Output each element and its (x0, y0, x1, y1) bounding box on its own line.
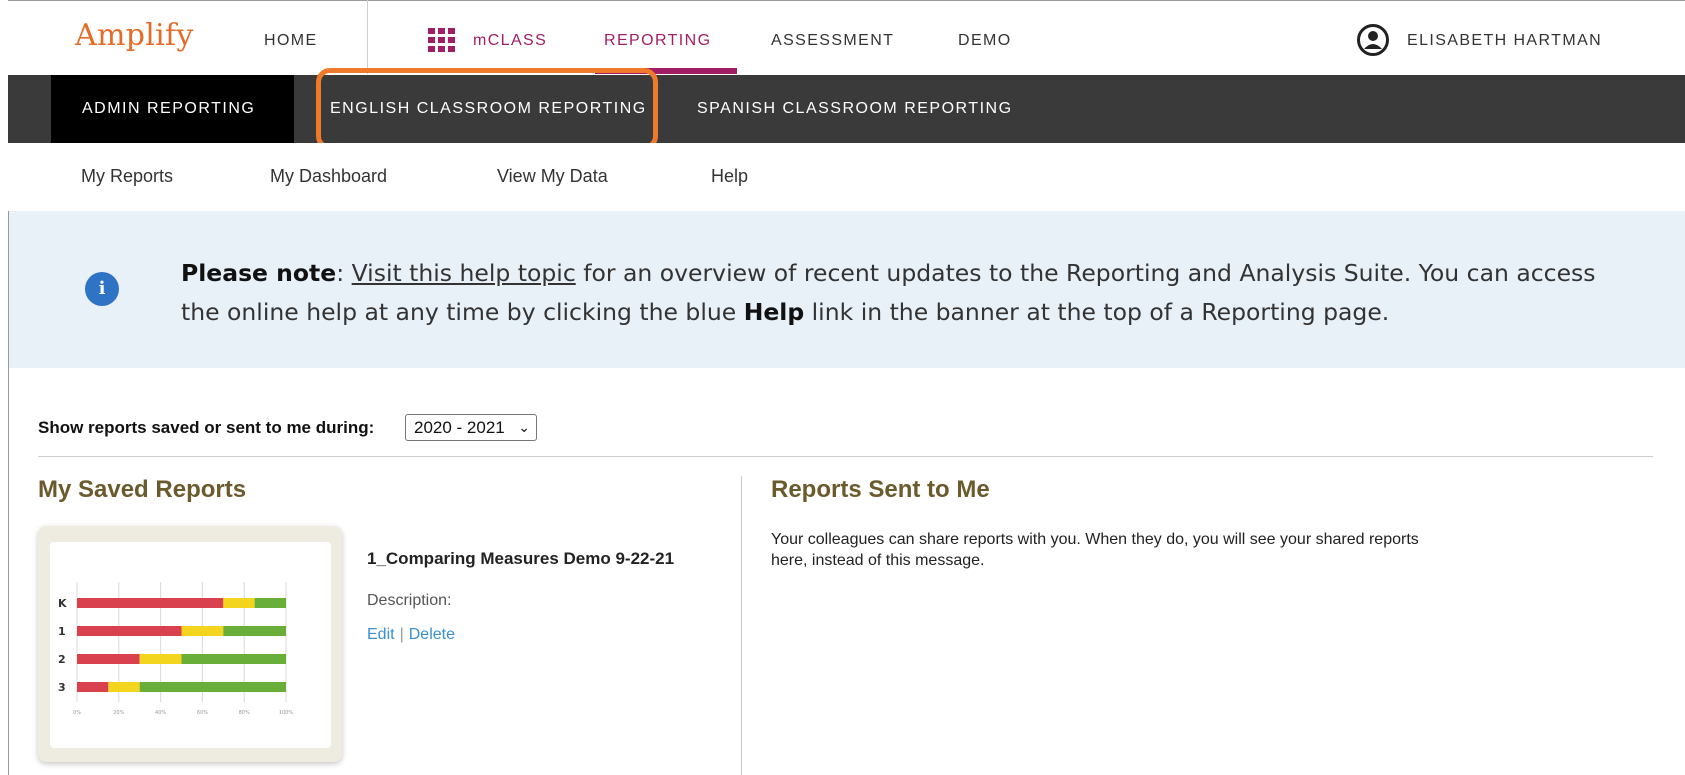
edit-link[interactable]: Edit (367, 626, 395, 643)
nav-demo[interactable]: DEMO (958, 32, 1012, 50)
school-year-select[interactable]: 2020 - 2021 ⌄ (405, 414, 537, 441)
saved-report-title[interactable]: 1_Comparing Measures Demo 9-22-21 (367, 549, 687, 569)
user-name[interactable]: ELISABETH HARTMAN (1407, 32, 1602, 50)
thumb-bar-segment (77, 654, 140, 664)
thumb-bar-segment (223, 626, 286, 636)
thumb-row-label: 3 (58, 681, 66, 694)
action-separator: | (399, 626, 404, 643)
thumb-tick-label: 80% (239, 710, 250, 716)
saved-report-description: Description: (367, 592, 452, 609)
notice-help-word: Help (743, 298, 805, 326)
notice-text: Please note: Visit this help topic for a… (181, 254, 1621, 332)
thumb-tick-label: 0% (73, 710, 81, 716)
subnav-view-my-data[interactable]: View My Data (497, 166, 608, 187)
subnav-my-reports[interactable]: My Reports (81, 166, 173, 187)
thumb-row-label: K (58, 597, 67, 610)
nav-mclass[interactable]: mCLASS (473, 32, 547, 50)
thumb-bar-segment (108, 682, 140, 692)
tab-admin-reporting[interactable]: ADMIN REPORTING (82, 100, 255, 118)
thumb-bar-segment (181, 654, 286, 664)
thumb-tick-label: 20% (113, 710, 124, 716)
delete-link[interactable]: Delete (409, 626, 455, 643)
sub-navigation (8, 143, 1685, 211)
thumb-bar-segment (139, 654, 182, 664)
user-account-icon[interactable] (1356, 23, 1390, 57)
section-divider (38, 456, 1653, 457)
subnav-my-dashboard[interactable]: My Dashboard (270, 166, 387, 187)
saved-report-actions: Edit | Delete (367, 626, 455, 644)
notice-lead: Please note (181, 259, 337, 287)
chevron-down-icon: ⌄ (518, 419, 530, 435)
saved-reports-heading: My Saved Reports (38, 476, 247, 503)
thumb-tick-label: 100% (279, 710, 294, 716)
thumb-bar-segment (254, 598, 286, 608)
report-thumbnail-chart[interactable]: 0% 20% 40% 60% 80% 100% K 1 2 3 (50, 542, 331, 748)
sent-reports-message: Your colleagues can share reports with y… (771, 531, 1419, 569)
thumb-tick-label: 60% (197, 710, 208, 716)
highlight-annotation (316, 68, 658, 150)
filter-label: Show reports saved or sent to me during: (38, 418, 375, 437)
thumb-bar-segment (139, 682, 286, 692)
tab-spanish-classroom-reporting[interactable]: SPANISH CLASSROOM REPORTING (697, 100, 1013, 118)
nav-assessment[interactable]: ASSESSMENT (771, 32, 894, 50)
nav-reporting[interactable]: REPORTING (604, 32, 711, 50)
nav-home[interactable]: HOME (264, 32, 318, 50)
sent-reports-heading: Reports Sent to Me (771, 476, 990, 503)
nav-divider (367, 0, 368, 74)
notice-colon: : (336, 259, 352, 287)
thumb-bar-segment (181, 626, 224, 636)
apps-grid-icon[interactable] (428, 28, 456, 52)
thumb-bar-segment (77, 682, 109, 692)
thumb-row-label: 1 (58, 625, 66, 638)
notice-text-part-2: link in the banner at the top of a Repor… (804, 298, 1390, 326)
thumb-bar-segment (223, 598, 255, 608)
thumb-row-label: 2 (58, 653, 66, 666)
school-year-value: 2020 - 2021 (414, 418, 505, 437)
info-icon: i (85, 272, 119, 306)
thumb-tick-label: 40% (155, 710, 166, 716)
help-topic-link[interactable]: Visit this help topic (352, 259, 576, 287)
thumb-bar-segment (77, 598, 224, 608)
thumb-bar-segment (77, 626, 182, 636)
column-divider (741, 476, 742, 775)
amplify-logo[interactable]: Amplify (75, 18, 194, 53)
subnav-help[interactable]: Help (711, 166, 748, 187)
